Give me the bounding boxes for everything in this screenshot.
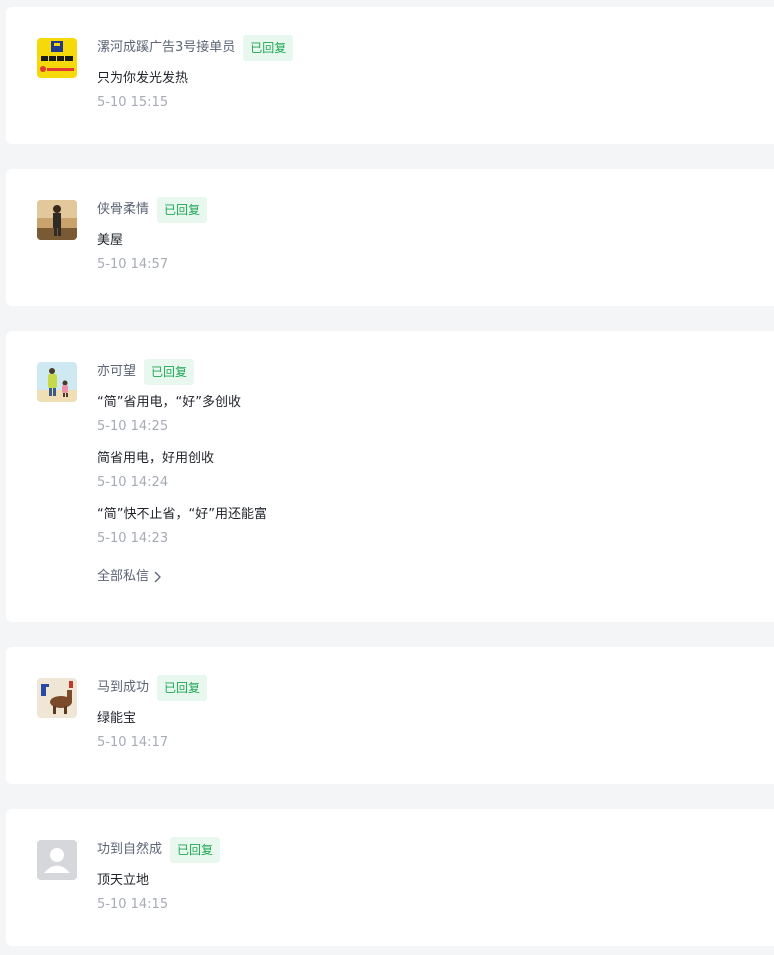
message-time: 5-10 15:15 [97,95,169,110]
message-item: 简省用电，好用创收 5-10 14:24 [97,449,766,493]
chevron-right-icon [154,571,161,583]
sender-name[interactable]: 功到自然成 [97,837,162,863]
message-time: 5-10 14:15 [97,897,169,912]
sender-name[interactable]: 马到成功 [97,675,149,701]
message-time: 5-10 14:24 [97,475,169,490]
message-card[interactable]: 功到自然成 已回复 顶天立地 5-10 14:15 [6,809,774,946]
message-text: “简”快不止省，“好”用还能富 [97,507,267,522]
message-time: 5-10 14:23 [97,531,169,546]
message-card[interactable]: 亦可望 已回复 “简”省用电，“好”多创收 5-10 14:25 简省用电，好用… [6,331,774,622]
all-messages-label: 全部私信 [97,569,150,584]
message-text: 只为你发光发热 [97,71,189,86]
message-text: “简”省用电，“好”多创收 [97,395,241,410]
message-item: “简”快不止省，“好”用还能富 5-10 14:23 [97,505,766,549]
replied-badge: 已回复 [170,837,221,863]
message-card[interactable]: 马到成功 已回复 绿能宝 5-10 14:17 [6,647,774,784]
replied-badge: 已回复 [144,359,195,385]
replied-badge: 已回复 [157,675,208,701]
message-content: 漯河成蹊广告3号接单员 已回复 只为你发光发热 5-10 15:15 [97,35,766,113]
default-user-avatar[interactable] [37,840,77,880]
message-header: 亦可望 已回复 [97,359,766,385]
message-header: 功到自然成 已回复 [97,837,766,863]
sender-name[interactable]: 漯河成蹊广告3号接单员 [97,35,235,61]
message-item: 顶天立地 5-10 14:15 [97,871,766,915]
message-item: 美屋 5-10 14:57 [97,231,766,275]
replied-badge: 已回复 [243,35,294,61]
sender-name[interactable]: 侠骨柔情 [97,197,149,223]
message-time: 5-10 14:57 [97,257,169,272]
message-time: 5-10 14:25 [97,419,169,434]
message-card[interactable]: 侠骨柔情 已回复 美屋 5-10 14:57 [6,169,774,306]
sender-name[interactable]: 亦可望 [97,359,136,385]
message-content: 亦可望 已回复 “简”省用电，“好”多创收 5-10 14:25 简省用电，好用… [97,359,766,587]
message-text: 简省用电，好用创收 [97,451,215,466]
all-messages-link[interactable]: 全部私信 [97,567,161,587]
company-logo-avatar[interactable] [37,38,77,78]
message-text: 顶天立地 [97,873,150,888]
message-time: 5-10 14:17 [97,735,169,750]
message-item: “简”省用电，“好”多创收 5-10 14:25 [97,393,766,437]
replied-badge: 已回复 [157,197,208,223]
message-content: 功到自然成 已回复 顶天立地 5-10 14:15 [97,837,766,915]
message-header: 侠骨柔情 已回复 [97,197,766,223]
person-photo-avatar[interactable] [37,200,77,240]
message-header: 漯河成蹊广告3号接单员 已回复 [97,35,766,61]
message-text: 美屋 [97,233,124,248]
message-content: 马到成功 已回复 绿能宝 5-10 14:17 [97,675,766,753]
parent-child-illustration-avatar[interactable] [37,362,77,402]
message-header: 马到成功 已回复 [97,675,766,701]
message-item: 只为你发光发热 5-10 15:15 [97,69,766,113]
message-card[interactable]: 漯河成蹊广告3号接单员 已回复 只为你发光发热 5-10 15:15 [6,7,774,144]
message-item: 绿能宝 5-10 14:17 [97,709,766,753]
message-text: 绿能宝 [97,711,137,726]
message-list: 漯河成蹊广告3号接单员 已回复 只为你发光发热 5-10 15:15 侠骨柔情 … [0,0,774,955]
message-content: 侠骨柔情 已回复 美屋 5-10 14:57 [97,197,766,275]
horse-painting-avatar[interactable] [37,678,77,718]
